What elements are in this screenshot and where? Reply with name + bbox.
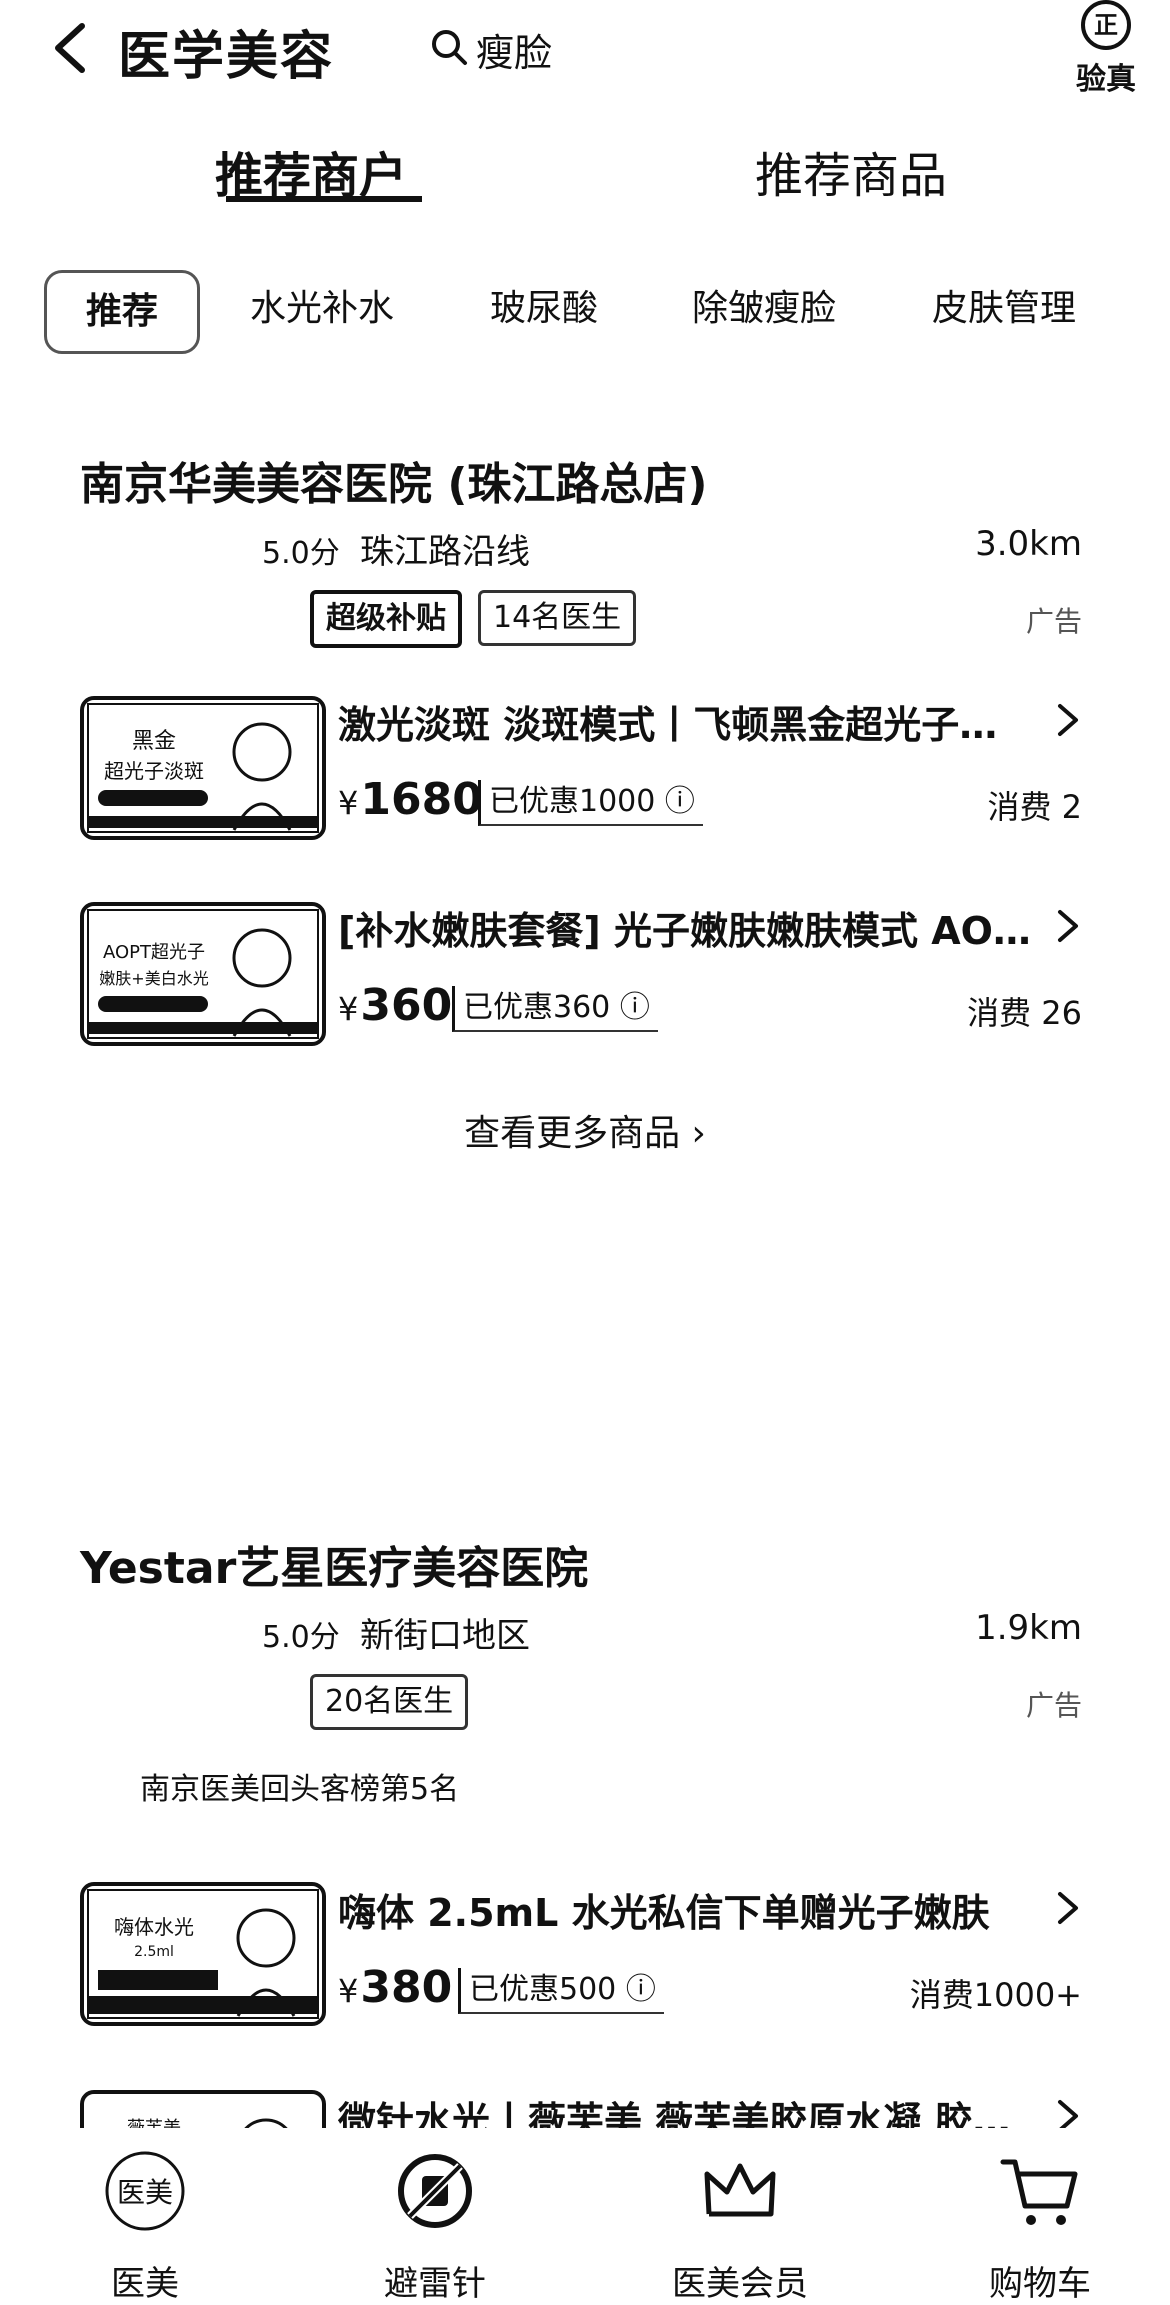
category-chip-recommended[interactable]: 推荐 (44, 270, 200, 354)
merchant-area: 新街口地区 (360, 1616, 530, 1656)
category-chip-skin-care[interactable]: 皮肤管理 (932, 270, 1076, 348)
product-title[interactable]: 激光淡斑 淡斑模式丨飞顿黑金超光子… (338, 694, 1078, 749)
product-title[interactable]: 嗨体 2.5mL 水光私信下单赠光子嫩肤 (338, 1882, 1078, 1937)
sales-count: 消费 2 (987, 788, 1082, 826)
nav-label: 医美 (111, 2264, 179, 2304)
help-circle-icon[interactable]: ⓘ (620, 990, 650, 1025)
product-price: ¥1680 (338, 774, 483, 825)
yimei-badge-icon: 医美 (105, 2151, 185, 2231)
product-price: ¥380 (338, 1962, 453, 2013)
bottom-nav-bar: 医美 医美 避雷针 医美会员 购物车 (0, 2128, 1170, 2304)
view-more-products-link[interactable]: 查看更多商品 › (0, 1104, 1170, 1156)
active-tab-indicator (226, 196, 422, 202)
help-circle-icon[interactable]: ⓘ (626, 1972, 656, 2007)
subsidy-tag: 超级补贴 (310, 590, 462, 648)
tab-recommended-products[interactable]: 推荐商品 (755, 136, 947, 206)
product-thumbnail[interactable]: 黑金 超光子淡斑 (80, 696, 326, 840)
no-needle-icon (398, 2154, 472, 2228)
category-chip-hydration[interactable]: 水光补水 (250, 270, 394, 348)
merchant-area: 珠江路沿线 (360, 532, 530, 572)
category-chip-wrinkle-slim[interactable]: 除皱瘦脸 (692, 270, 836, 348)
crown-icon (704, 2163, 776, 2217)
nav-label: 避雷针 (384, 2264, 486, 2304)
verify-badge-icon: 正 (1081, 0, 1131, 50)
nav-item-avoid[interactable]: 避雷针 (335, 2148, 535, 2305)
discount-badge: 已优惠1000 ⓘ (478, 780, 703, 826)
ad-label: 广告 (1025, 605, 1082, 638)
back-arrow-icon[interactable] (44, 18, 104, 78)
svg-text:嫩肤+美白水光: 嫩肤+美白水光 (99, 969, 208, 988)
merchant-rating: 5.0分 (262, 1620, 340, 1655)
nav-item-membership[interactable]: 医美会员 (640, 2148, 840, 2305)
svg-text:黑金: 黑金 (132, 729, 176, 754)
chevron-right-icon[interactable] (1054, 1888, 1082, 1928)
merchant-distance: 1.9km (975, 1608, 1082, 1648)
svg-text:嗨体水光: 嗨体水光 (114, 1915, 194, 1939)
cart-icon (1000, 2159, 1078, 2225)
doctor-count-tag: 14名医生 (478, 590, 637, 646)
product-price: ¥360 (338, 980, 453, 1031)
nav-label: 医美会员 (672, 2264, 808, 2304)
product-thumbnail[interactable]: 嗨体水光 2.5ml (80, 1882, 326, 2026)
verify-button[interactable]: 正 验真 (1066, 0, 1146, 98)
sales-count: 消费 26 (967, 994, 1082, 1032)
product-thumbnail[interactable]: AOPT超光子 嫩肤+美白水光 (80, 902, 326, 1046)
help-circle-icon[interactable]: ⓘ (665, 784, 695, 819)
svg-text:2.5ml: 2.5ml (134, 1944, 174, 1960)
nav-item-yimei[interactable]: 医美 医美 (45, 2148, 245, 2305)
verify-label: 验真 (1076, 62, 1136, 97)
search-keyword[interactable]: 瘦脸 (476, 22, 552, 77)
search-icon[interactable] (430, 28, 468, 66)
svg-text:超光子淡斑: 超光子淡斑 (104, 759, 204, 783)
svg-text:医美: 医美 (117, 2176, 173, 2209)
nav-item-cart[interactable]: 购物车 (940, 2148, 1140, 2305)
product-title[interactable]: [补水嫩肤套餐] 光子嫩肤嫩肤模式 AO… (338, 900, 1078, 955)
category-chip-hyaluronic[interactable]: 玻尿酸 (490, 270, 598, 348)
svg-text:AOPT超光子: AOPT超光子 (103, 942, 205, 963)
merchant-name[interactable]: 南京华美美容医院 (珠江路总店) (80, 448, 708, 512)
nav-label: 购物车 (989, 2264, 1091, 2304)
merchant-distance: 3.0km (975, 524, 1082, 564)
discount-badge: 已优惠360 ⓘ (452, 986, 658, 1032)
sales-count: 消费1000+ (909, 1976, 1082, 2014)
chevron-right-icon[interactable] (1054, 700, 1082, 740)
page-title: 医学美容 (118, 27, 335, 87)
merchant-name[interactable]: Yestar艺星医疗美容医院 (80, 1532, 588, 1596)
ad-label: 广告 (1025, 1689, 1082, 1722)
merchant-rating: 5.0分 (262, 536, 340, 571)
discount-badge: 已优惠500 ⓘ (458, 1968, 664, 2014)
doctor-count-tag: 20名医生 (310, 1674, 469, 1730)
chevron-right-icon[interactable] (1054, 906, 1082, 946)
ranking-label: 南京医美回头客榜第5名 (140, 1772, 460, 1807)
